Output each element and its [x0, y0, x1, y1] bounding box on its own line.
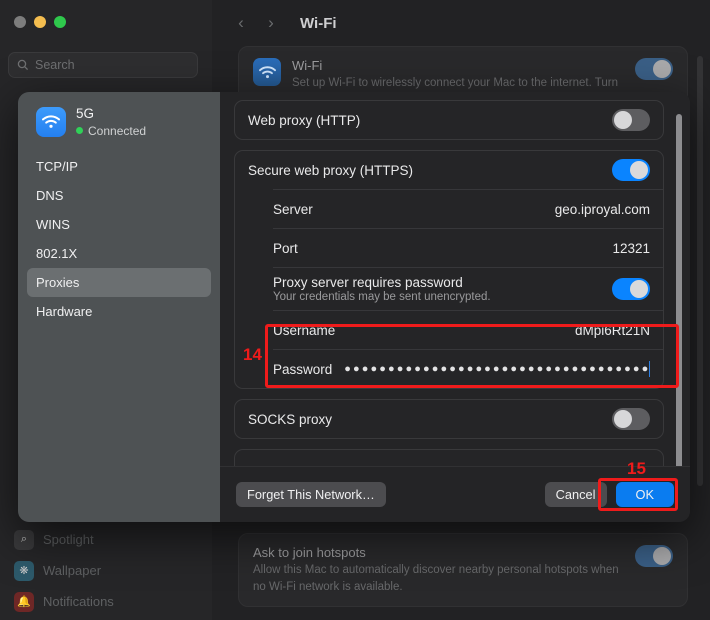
server-label: Server: [273, 201, 313, 217]
secure-web-proxy-label: Secure web proxy (HTTPS): [248, 162, 414, 178]
dialog-footer: Forget This Network… Cancel OK: [220, 466, 690, 522]
text-cursor: [648, 361, 650, 377]
dialog-nav-list: TCP/IP DNS WINS 802.1X Proxies Hardware: [18, 152, 220, 326]
hotspots-card: Ask to join hotspots Allow this Mac to a…: [238, 533, 688, 607]
secure-web-proxy-row[interactable]: Secure web proxy (HTTPS): [235, 151, 663, 189]
username-label: Username: [273, 322, 336, 338]
dialog-nav-item-wins[interactable]: WINS: [27, 210, 211, 239]
minimize-button[interactable]: [34, 16, 46, 28]
network-status: Connected: [76, 124, 146, 138]
dialog-nav-label: Proxies: [36, 274, 80, 290]
secure-web-proxy-card: Secure web proxy (HTTPS) Server geo.ipro…: [234, 150, 664, 389]
settings-toolbar: ‹ › Wi-Fi: [212, 0, 710, 46]
search-input[interactable]: Search: [8, 52, 198, 78]
sidebar-item-label: Notifications: [43, 594, 114, 609]
forget-network-button[interactable]: Forget This Network…: [236, 482, 386, 507]
network-name: 5G: [76, 106, 95, 121]
dialog-nav-item-tcpip[interactable]: TCP/IP: [27, 152, 211, 181]
server-value[interactable]: geo.iproyal.com: [555, 202, 650, 217]
secure-web-proxy-toggle[interactable]: [612, 159, 650, 181]
forward-button[interactable]: ›: [258, 10, 284, 36]
dialog-nav-label: TCP/IP: [36, 158, 78, 174]
page-title: Wi-Fi: [300, 14, 337, 32]
network-details-dialog: 5G Connected TCP/IP DNS WINS 802.1X Prox…: [18, 92, 690, 522]
web-proxy-toggle[interactable]: [612, 109, 650, 131]
search-icon: [17, 59, 29, 71]
port-row[interactable]: Port 12321: [235, 229, 663, 267]
password-value[interactable]: ●●●●●●●●●●●●●●●●●●●●●●●●●●●●●●●●●●●●●●●●…: [344, 363, 648, 375]
window-traffic-lights[interactable]: [14, 16, 66, 28]
sidebar-item-label: Spotlight: [43, 532, 94, 547]
spotlight-icon: ⌕: [14, 529, 34, 550]
dialog-main-panel: Web proxy (HTTP) Secure web proxy (HTTPS…: [220, 92, 690, 522]
settings-nav-list: ⌕ Spotlight ❋ Wallpaper 🔔 Notifications: [0, 524, 212, 617]
dialog-nav-item-hardware[interactable]: Hardware: [27, 297, 211, 326]
dialog-nav-item-proxies[interactable]: Proxies: [27, 267, 211, 297]
network-header: 5G Connected: [18, 106, 220, 138]
wifi-master-toggle[interactable]: [635, 58, 673, 80]
web-proxy-row[interactable]: Web proxy (HTTP): [235, 101, 663, 139]
server-row[interactable]: Server geo.iproyal.com: [235, 190, 663, 228]
dialog-nav-label: DNS: [36, 187, 64, 203]
socks-proxy-card: SOCKS proxy: [234, 399, 664, 439]
dialog-nav-label: WINS: [36, 216, 70, 232]
status-dot-icon: [76, 127, 83, 135]
wifi-icon: [253, 58, 281, 86]
port-label: Port: [273, 240, 298, 256]
annotation-number-14: 14: [243, 345, 262, 364]
dialog-scrollbar[interactable]: [676, 114, 682, 474]
socks-proxy-row[interactable]: SOCKS proxy: [235, 400, 663, 438]
dialog-nav-item-dns[interactable]: DNS: [27, 181, 211, 210]
wallpaper-icon: ❋: [14, 560, 34, 581]
web-proxy-card: Web proxy (HTTP): [234, 100, 664, 140]
password-row[interactable]: Password ●●●●●●●●●●●●●●●●●●●●●●●●●●●●●●●…: [235, 350, 663, 388]
wifi-master-description: Set up Wi-Fi to wirelessly connect your …: [292, 77, 618, 89]
sidebar-item-wallpaper[interactable]: ❋ Wallpaper: [0, 555, 212, 586]
wifi-icon: [36, 106, 66, 137]
background-scrollbar[interactable]: [697, 56, 703, 486]
requires-password-sub: Your credentials may be sent unencrypted…: [273, 291, 491, 303]
password-label: Password: [273, 361, 333, 377]
socks-proxy-toggle[interactable]: [612, 408, 650, 430]
socks-proxy-label: SOCKS proxy: [248, 411, 333, 427]
port-value[interactable]: 12321: [612, 241, 650, 256]
dialog-nav-label: Hardware: [36, 303, 93, 319]
dialog-sidebar: 5G Connected TCP/IP DNS WINS 802.1X Prox…: [18, 92, 220, 522]
hotspots-label: Ask to join hotspots: [253, 545, 366, 560]
hotspots-toggle[interactable]: [635, 545, 673, 567]
dialog-scroll-area: Web proxy (HTTP) Secure web proxy (HTTPS…: [220, 92, 690, 466]
sidebar-item-spotlight[interactable]: ⌕ Spotlight: [0, 524, 212, 555]
search-placeholder: Search: [35, 58, 75, 72]
hotspots-row[interactable]: Ask to join hotspots Allow this Mac to a…: [239, 534, 687, 606]
requires-password-label: Proxy server requires password: [273, 275, 463, 290]
ok-button[interactable]: OK: [615, 482, 674, 507]
sidebar-item-label: Wallpaper: [43, 563, 102, 578]
username-row[interactable]: Username dMpi6Rt21N: [235, 311, 663, 349]
web-proxy-label: Web proxy (HTTP): [248, 112, 361, 128]
cancel-button[interactable]: Cancel: [544, 482, 607, 507]
hotspots-description: Allow this Mac to automatically discover…: [253, 564, 619, 593]
annotation-number-15: 15: [627, 459, 646, 478]
sidebar-item-notifications[interactable]: 🔔 Notifications: [0, 586, 212, 617]
requires-password-row[interactable]: Proxy server requires password Your cred…: [235, 268, 663, 310]
username-value[interactable]: dMpi6Rt21N: [575, 323, 650, 338]
wifi-master-label: Wi-Fi: [292, 58, 323, 73]
zoom-button[interactable]: [54, 16, 66, 28]
dialog-nav-label: 802.1X: [36, 245, 78, 261]
close-button[interactable]: [14, 16, 26, 28]
back-button[interactable]: ‹: [228, 10, 254, 36]
requires-password-toggle[interactable]: [612, 278, 650, 300]
screen: Search ⌕ Spotlight ❋ Wallpaper 🔔 Notific…: [0, 0, 710, 620]
notifications-icon: 🔔: [14, 591, 34, 612]
next-proxy-card[interactable]: [234, 449, 664, 466]
network-status-label: Connected: [88, 123, 147, 138]
dialog-nav-item-8021x[interactable]: 802.1X: [27, 239, 211, 268]
